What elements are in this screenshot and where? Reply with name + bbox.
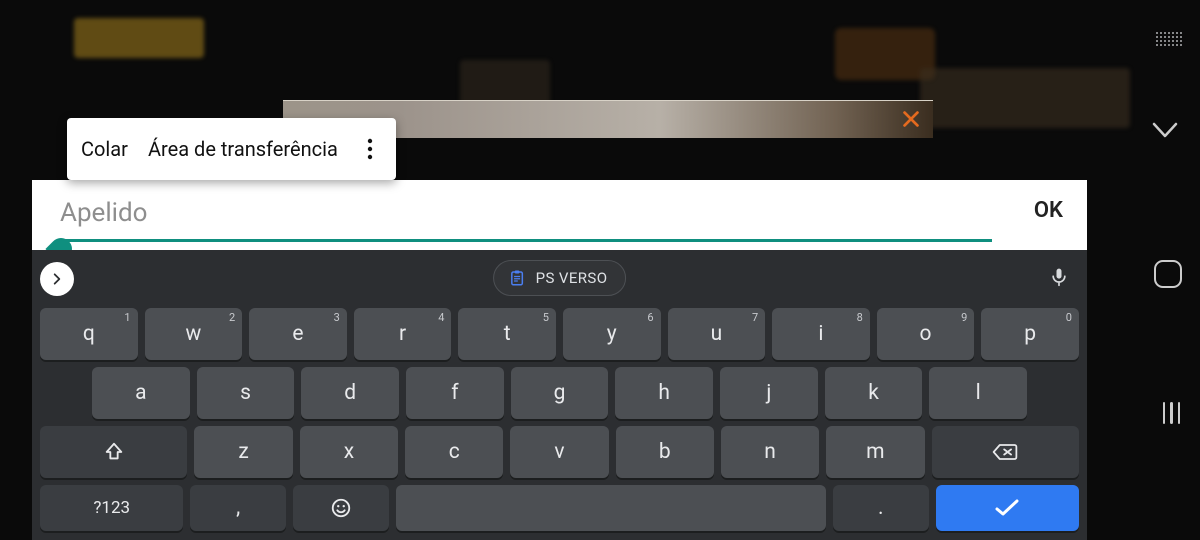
key-x[interactable]: x (300, 426, 398, 478)
clipboard-suggestion-label: PS VERSO (536, 269, 608, 287)
key-v[interactable]: v (510, 426, 608, 478)
emoji-key[interactable] (293, 485, 389, 531)
key-hint: 3 (334, 311, 340, 324)
key-s[interactable]: s (197, 367, 295, 419)
backspace-icon (991, 441, 1019, 463)
key-z[interactable]: z (194, 426, 292, 478)
keyboard-indicator-icon (1156, 32, 1180, 50)
key-b[interactable]: b (616, 426, 714, 478)
clipboard-icon (508, 268, 526, 288)
nickname-input[interactable] (60, 194, 992, 238)
key-hint: 7 (752, 311, 758, 324)
key-hint: 2 (229, 311, 235, 324)
nav-home-button[interactable] (1154, 260, 1182, 288)
key-j[interactable]: j (720, 367, 818, 419)
emoji-icon (330, 497, 352, 519)
comma-key[interactable]: , (190, 485, 286, 531)
text-input-bar: OK (32, 180, 1087, 250)
key-hint: 8 (857, 311, 863, 324)
key-t[interactable]: t5 (458, 308, 556, 360)
key-k[interactable]: k (825, 367, 923, 419)
key-p[interactable]: p0 (981, 308, 1079, 360)
key-hint: 1 (124, 311, 130, 324)
ok-button[interactable]: OK (1034, 198, 1063, 223)
nav-recents-button[interactable] (1163, 402, 1181, 424)
clipboard-suggestion-chip[interactable]: PS VERSO (493, 260, 627, 296)
key-u[interactable]: u7 (668, 308, 766, 360)
key-o[interactable]: o9 (877, 308, 975, 360)
key-hint: 9 (961, 311, 967, 324)
period-key[interactable]: . (833, 485, 929, 531)
key-y[interactable]: y6 (563, 308, 661, 360)
nav-back-button[interactable] (1152, 122, 1178, 144)
key-hint: 5 (543, 311, 549, 324)
shift-key[interactable] (40, 426, 187, 478)
enter-key[interactable] (936, 485, 1079, 531)
key-w[interactable]: w2 (145, 308, 243, 360)
input-underline (60, 239, 992, 242)
system-nav-rail (1136, 0, 1200, 540)
screen: Colar Área de transferência OK PS VE (0, 0, 1200, 540)
key-hint: 0 (1066, 311, 1072, 324)
key-h[interactable]: h (615, 367, 713, 419)
key-i[interactable]: i8 (772, 308, 870, 360)
key-hint: 4 (438, 311, 444, 324)
key-q[interactable]: q1 (40, 308, 138, 360)
close-button[interactable] (897, 105, 925, 133)
key-g[interactable]: g (511, 367, 609, 419)
key-hint: 6 (647, 311, 653, 324)
key-l[interactable]: l (929, 367, 1027, 419)
key-d[interactable]: d (301, 367, 399, 419)
backspace-key[interactable] (932, 426, 1079, 478)
key-m[interactable]: m (826, 426, 924, 478)
voice-input-button[interactable] (1049, 264, 1069, 294)
key-f[interactable]: f (406, 367, 504, 419)
key-c[interactable]: c (405, 426, 503, 478)
menu-clipboard[interactable]: Área de transferência (148, 137, 338, 161)
key-r[interactable]: r4 (354, 308, 452, 360)
space-key[interactable] (396, 485, 826, 531)
key-n[interactable]: n (721, 426, 819, 478)
context-menu: Colar Área de transferência (67, 118, 396, 180)
soft-keyboard: PS VERSO q1w2e3r4t5y6u7i8o9p0 asdfghjkl … (32, 250, 1087, 540)
key-e[interactable]: e3 (249, 308, 347, 360)
check-icon (993, 498, 1021, 518)
expand-suggestions-button[interactable] (40, 262, 74, 296)
shift-icon (103, 441, 125, 463)
symbols-key[interactable]: ?123 (40, 485, 183, 531)
key-a[interactable]: a (92, 367, 190, 419)
menu-paste[interactable]: Colar (81, 137, 128, 161)
menu-more[interactable] (358, 137, 382, 161)
